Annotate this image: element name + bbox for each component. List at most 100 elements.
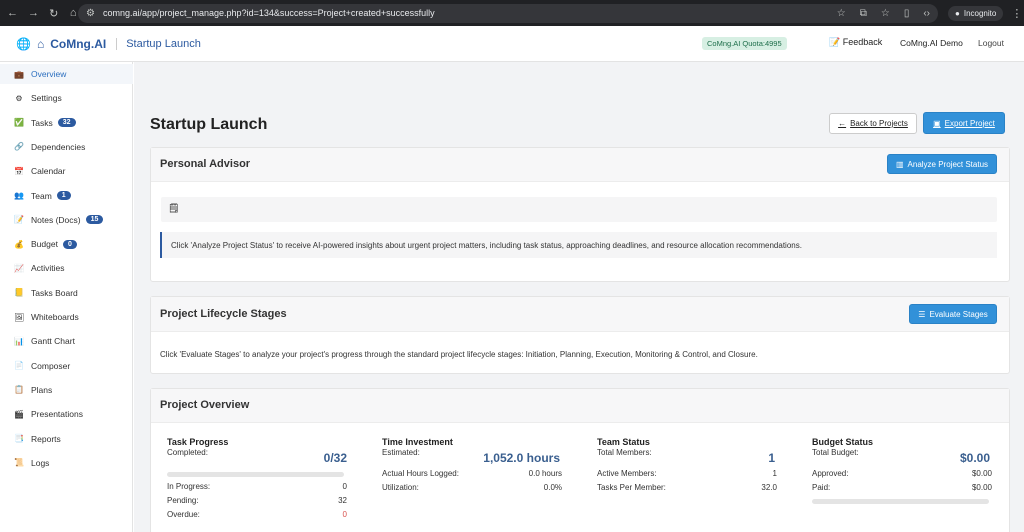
sidebar-item-overview[interactable]: 💼 Overview <box>0 64 133 84</box>
sidebar-item-plans[interactable]: 📋 Plans <box>0 380 133 400</box>
lifecycle-stages-header: Project Lifecycle Stages ☰ Evaluate Stag… <box>151 297 1009 332</box>
total-members-value: 1 <box>768 451 775 465</box>
activity-icon: 📈 <box>14 263 24 273</box>
back-to-projects-label: Back to Projects <box>850 119 908 128</box>
in-progress-label: In Progress: <box>167 482 211 491</box>
sidebar-item-tasks-board[interactable]: 📒 Tasks Board <box>0 283 133 303</box>
export-project-label: Export Project <box>944 118 995 128</box>
user-name[interactable]: CoMng.AI Demo <box>900 38 963 48</box>
plans-icon: 📋 <box>14 385 24 395</box>
arrow-left-icon: ← <box>838 119 847 128</box>
utilization-row: Utilization: 0.0% <box>382 483 562 492</box>
advisor-message: Click 'Analyze Project Status' to receiv… <box>160 232 997 258</box>
report-icon: 📑 <box>14 434 24 443</box>
brand-name[interactable]: CoMng.AI <box>50 37 106 51</box>
logout-link[interactable]: Logout <box>978 38 1004 48</box>
time-investment-section: Time Investment Estimated: 1,052.0 hours… <box>382 437 562 492</box>
sidebar-item-label: Composer <box>31 360 71 371</box>
sidebar-item-label: Plans <box>31 384 53 395</box>
sidebar-item-label: Overview <box>31 69 67 79</box>
sidebar-item-gantt-chart[interactable]: 📊 Gantt Chart <box>0 331 133 351</box>
sidebar-item-tasks[interactable]: ✅ Tasks 32 <box>0 113 133 133</box>
team-icon: 👥 <box>14 191 24 200</box>
browser-menu-icon[interactable]: ⋮ <box>1011 7 1022 20</box>
sidebar-item-logs[interactable]: 📜 Logs <box>0 453 133 473</box>
task-progress-section: Task Progress Completed: 0/32 In Progres… <box>167 437 347 519</box>
evaluate-stages-button[interactable]: ☰ Evaluate Stages <box>909 304 997 324</box>
address-bar[interactable]: ⚙ comng.ai/app/project_manage.php?id=134… <box>78 3 938 23</box>
sidebar-item-dependencies[interactable]: 🔗 Dependencies <box>0 137 133 157</box>
sidebar-item-label: Tasks <box>31 117 53 128</box>
budget-status-heading: Budget Status <box>812 437 874 447</box>
completed-value: 0/32 <box>323 451 347 465</box>
back-to-projects-button[interactable]: ← Back to Projects <box>829 113 917 134</box>
home-icon[interactable]: ⌂ <box>37 37 44 51</box>
sidebar-item-settings[interactable]: ⚙ Settings <box>0 88 133 108</box>
sidebar-item-calendar[interactable]: 📅 Calendar <box>0 161 133 181</box>
feedback-link[interactable]: 📝 Feedback <box>829 37 882 48</box>
incognito-indicator[interactable]: ● Incognito <box>948 5 1004 21</box>
site-info-icon[interactable]: ⚙ <box>86 8 95 19</box>
side-panel-icon[interactable]: ▯ <box>904 8 910 19</box>
star-icon[interactable]: ☆ <box>837 8 846 19</box>
sidebar-item-notes-docs[interactable]: 📝 Notes (Docs) 15 <box>0 210 133 230</box>
sidebar-item-whiteboards[interactable]: 🖼 Whiteboards <box>0 307 133 327</box>
sidebar-item-activities[interactable]: 📈 Activities <box>0 258 133 278</box>
total-members-row: Total Members: <box>597 448 777 457</box>
back-arrow-icon[interactable]: ← <box>7 7 18 19</box>
quota-badge: CoMng.AI Quota:4995 <box>702 37 787 50</box>
sidebar-item-team[interactable]: 👥 Team 1 <box>0 186 133 206</box>
sidebar-item-label: Notes (Docs) <box>31 214 81 225</box>
devtools-icon[interactable]: ‹› <box>923 8 930 19</box>
sidebar-item-composer[interactable]: 📄 Composer <box>0 356 133 376</box>
sidebar-item-reports[interactable]: 📑 Reports <box>0 429 133 449</box>
tasks-per-member-label: Tasks Per Member: <box>597 483 666 492</box>
brand[interactable]: 🌐 ⌂ CoMng.AI <box>0 37 106 51</box>
approved-label: Approved: <box>812 469 849 478</box>
incognito-label: Incognito <box>963 8 997 18</box>
url-text[interactable]: comng.ai/app/project_manage.php?id=134&s… <box>103 8 837 18</box>
active-members-value: 1 <box>772 469 777 478</box>
globe-icon[interactable]: 🌐 <box>16 37 31 51</box>
browser-toolbar: ← → ↻ ⌂ ⚙ comng.ai/app/project_manage.ph… <box>0 0 1024 26</box>
task-progress-bar <box>167 472 344 477</box>
estimated-label: Estimated: <box>382 448 420 457</box>
stages-message: Click 'Evaluate Stages' to analyze your … <box>160 350 758 359</box>
analyze-project-status-button[interactable]: ▥ Analyze Project Status <box>887 154 997 174</box>
tasks-per-member-value: 32.0 <box>761 483 777 492</box>
tasks-per-member-row: Tasks Per Member: 32.0 <box>597 483 777 492</box>
address-bar-actions: ☆ ⧉ ☆ ▯ ‹› <box>837 8 930 19</box>
home-icon[interactable]: ⌂ <box>69 7 79 19</box>
check-icon: ✅ <box>14 118 24 128</box>
reload-icon[interactable]: ↻ <box>49 7 59 20</box>
pending-row: Pending: 32 <box>167 496 347 505</box>
sidebar-item-label: Calendar <box>31 166 66 177</box>
actual-hours-row: Actual Hours Logged: 0.0 hours <box>382 469 562 478</box>
forward-arrow-icon[interactable]: → <box>28 7 39 19</box>
completed-label: Completed: <box>167 448 208 457</box>
sidebar-item-label: Activities <box>31 263 65 274</box>
feedback-icon: 📝 <box>829 37 841 47</box>
extension-icon[interactable]: ⧉ <box>860 8 867 19</box>
sidebar-item-label: Presentations <box>31 409 83 420</box>
whiteboard-icon: 🖼 <box>14 312 25 322</box>
overdue-value: 0 <box>342 510 347 519</box>
sidebar-item-label: Gantt Chart <box>31 336 75 347</box>
document-icon: 🗒 <box>168 203 180 213</box>
export-project-button[interactable]: ▣ Export Project <box>923 112 1005 134</box>
composer-icon: 📄 <box>14 361 24 371</box>
bookmark-icon[interactable]: ☆ <box>881 8 890 19</box>
lifecycle-stages-card: Project Lifecycle Stages ☰ Evaluate Stag… <box>150 296 1010 374</box>
paid-label: Paid: <box>812 483 831 492</box>
overdue-row: Overdue: 0 <box>167 510 347 519</box>
team-status-section: Team Status Total Members: 1 Active Memb… <box>597 437 777 492</box>
gantt-icon: 📊 <box>14 336 24 346</box>
total-budget-label: Total Budget: <box>812 448 859 457</box>
paid-value: $0.00 <box>971 483 992 492</box>
app-header: 🌐 ⌂ CoMng.AI Startup Launch CoMng.AI Quo… <box>0 26 1024 62</box>
sidebar: 💼 Overview ⚙ Settings ✅ Tasks 32 🔗 Dependencies 📅… <box>0 62 133 532</box>
sidebar-item-presentations[interactable]: 🎬 Presentations <box>0 404 133 424</box>
completed-row: Completed: <box>167 448 347 457</box>
sidebar-item-budget[interactable]: 💰 Budget 0 <box>0 234 133 254</box>
time-investment-heading: Time Investment <box>382 437 453 447</box>
